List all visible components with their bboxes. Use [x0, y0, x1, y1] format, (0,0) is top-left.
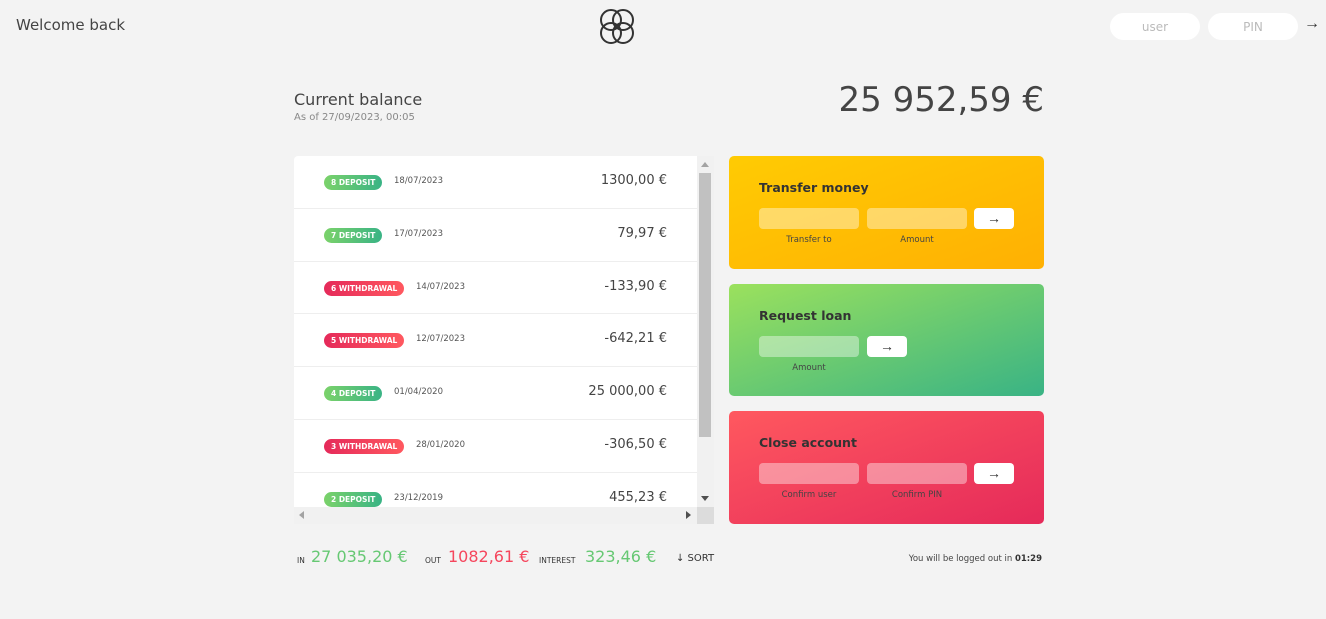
movement-type-badge: 7 DEPOSIT: [324, 227, 383, 243]
transfer-to-input[interactable]: [759, 208, 859, 229]
bank-logo-icon: [600, 9, 634, 44]
confirm-user-input[interactable]: [759, 463, 859, 484]
login-pin-input[interactable]: [1208, 13, 1298, 40]
movement-type-badge: 3 WITHDRAWAL: [324, 438, 405, 454]
movement-value: -133,90 €: [604, 278, 667, 294]
loan-amount-input[interactable]: [759, 336, 859, 357]
vertical-scrollbar[interactable]: [697, 156, 714, 507]
close-title: Close account: [759, 435, 857, 450]
movement-value: -306,50 €: [604, 436, 667, 452]
movement-row: 4 DEPOSIT 01/04/2020 25 000,00 €: [294, 367, 697, 420]
movements-list[interactable]: 8 DEPOSIT 18/07/2023 1300,00 € 7 DEPOSIT 17/…: [294, 156, 714, 524]
summary-in-value: 27 035,20 €: [311, 547, 408, 566]
movement-type-badge: 6 WITHDRAWAL: [324, 280, 405, 296]
confirm-pin-input[interactable]: [867, 463, 967, 484]
summary-interest-label: Interest: [539, 556, 576, 565]
transfer-panel: Transfer money → Transfer to Amount: [729, 156, 1044, 269]
loan-title: Request loan: [759, 308, 852, 323]
loan-panel: Request loan → Amount: [729, 284, 1044, 396]
close-account-panel: Close account → Confirm user Confirm PIN: [729, 411, 1044, 524]
scroll-down-arrow-icon[interactable]: [701, 496, 709, 501]
movement-date: 17/07/2023: [394, 228, 443, 239]
movement-date: 23/12/2019: [394, 492, 443, 503]
balance-label: Current balance: [294, 90, 423, 109]
transfer-amount-input[interactable]: [867, 208, 967, 229]
transfer-title: Transfer money: [759, 180, 869, 195]
movement-value: 1300,00 €: [600, 173, 667, 188]
close-account-button[interactable]: →: [974, 463, 1014, 484]
logout-timer: You will be logged out in 01:29: [909, 554, 1042, 564]
movement-type-badge: 2 DEPOSIT: [324, 491, 383, 507]
summary-in-label: In: [297, 556, 305, 565]
movement-value: 455,23 €: [609, 489, 667, 505]
welcome-message: Welcome back: [16, 16, 126, 34]
movement-date: 14/07/2023: [416, 281, 465, 292]
logout-text: You will be logged out in: [908, 554, 1015, 564]
movement-row: 6 WITHDRAWAL 14/07/2023 -133,90 €: [294, 262, 697, 315]
movement-type-badge: 5 WITHDRAWAL: [324, 333, 405, 349]
loan-amount-label: Amount: [792, 363, 826, 373]
scroll-up-arrow-icon[interactable]: [701, 162, 709, 167]
movement-date: 18/07/2023: [394, 176, 443, 186]
movement-date: 28/01/2020: [416, 439, 465, 450]
horizontal-scrollbar[interactable]: [294, 507, 697, 524]
confirm-pin-label: Confirm PIN: [891, 490, 943, 500]
logout-timer-value: 01:29: [1014, 554, 1042, 564]
scroll-left-arrow-icon[interactable]: [299, 511, 304, 519]
scroll-thumb[interactable]: [699, 173, 711, 437]
movement-value: 25 000,00 €: [588, 384, 667, 400]
scroll-right-arrow-icon[interactable]: [686, 511, 691, 519]
login-button[interactable]: →: [1304, 16, 1320, 32]
movement-type-badge: 8 DEPOSIT: [324, 175, 383, 190]
movement-type-badge: 4 DEPOSIT: [324, 386, 383, 402]
balance-date: As of 27/09/2023, 00:05: [294, 112, 415, 123]
summary-out-label: Out: [425, 556, 441, 565]
transfer-amount-label: Amount: [900, 235, 934, 245]
movement-row: 5 WITHDRAWAL 12/07/2023 -642,21 €: [294, 314, 697, 368]
login-user-input[interactable]: [1110, 13, 1200, 40]
sort-button[interactable]: ↓ SORT: [676, 553, 714, 564]
summary-out-value: 1082,61 €: [448, 547, 530, 566]
confirm-user-label: Confirm user: [781, 490, 837, 500]
transfer-button[interactable]: →: [974, 208, 1014, 229]
movement-row: 8 DEPOSIT 18/07/2023 1300,00 €: [294, 156, 697, 209]
scroll-corner: [697, 507, 714, 524]
summary-interest-value: 323,46 €: [585, 547, 657, 566]
loan-button[interactable]: →: [867, 336, 907, 357]
balance-value: 25 952,59 €: [838, 80, 1044, 120]
movement-row: 3 WITHDRAWAL 28/01/2020 -306,50 €: [294, 420, 697, 473]
movement-date: 01/04/2020: [394, 387, 443, 398]
movement-value: 79,97 €: [617, 225, 667, 241]
movement-date: 12/07/2023: [416, 334, 465, 345]
movement-value: -642,21 €: [604, 331, 667, 347]
movement-row: 7 DEPOSIT 17/07/2023 79,97 €: [294, 209, 697, 262]
transfer-to-label: Transfer to: [786, 235, 832, 245]
